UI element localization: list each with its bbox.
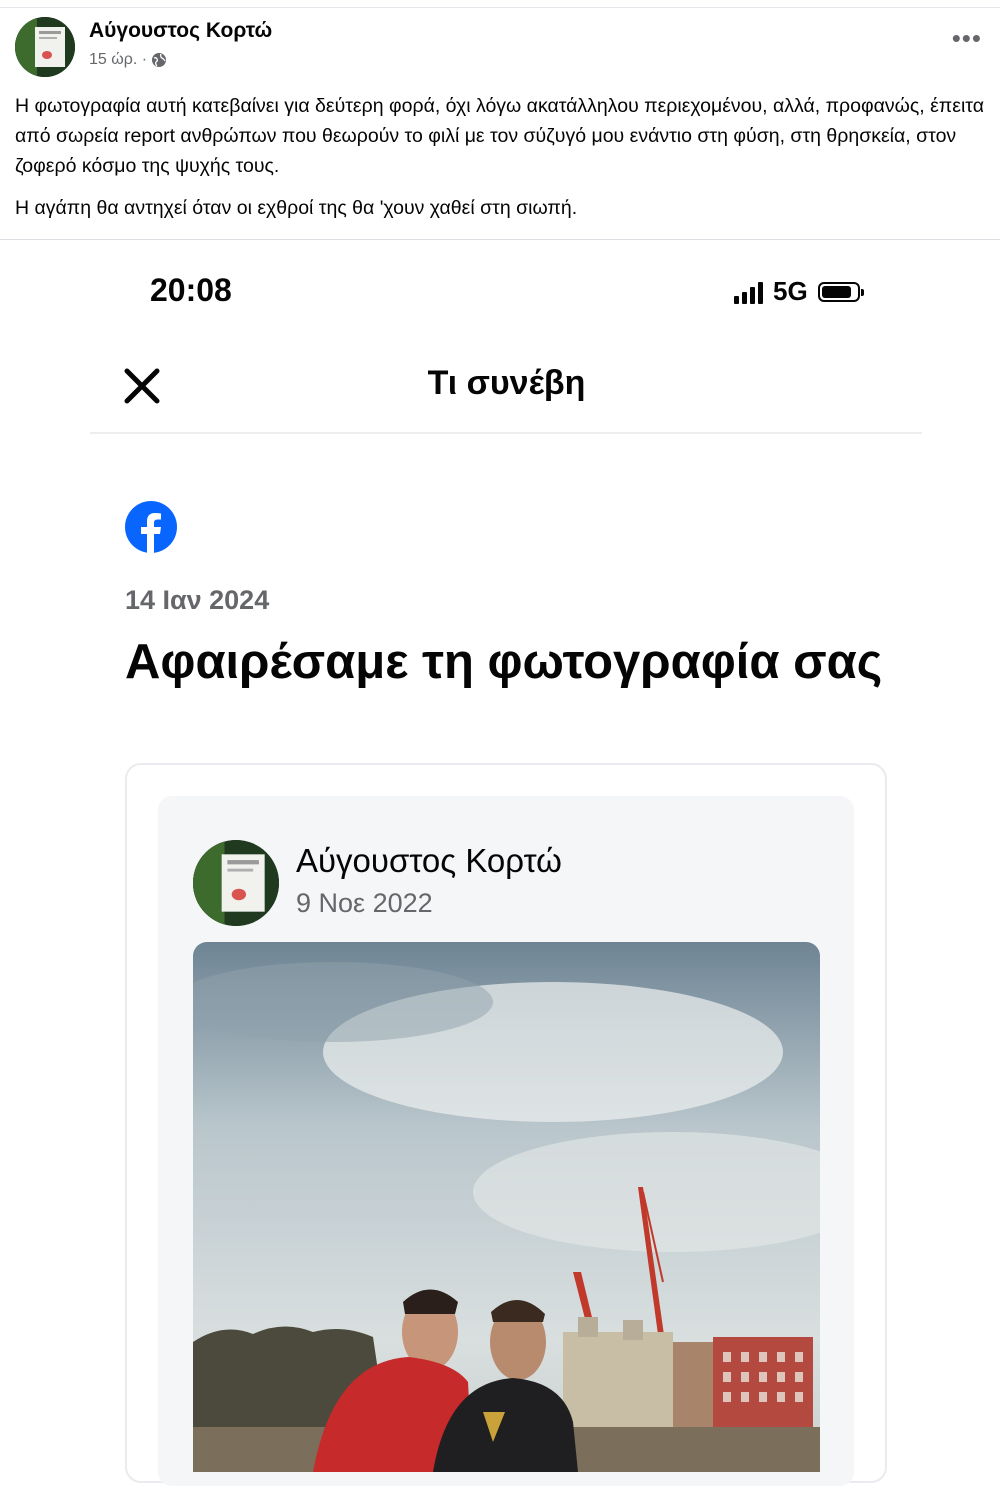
embedded-post-date: 9 Νοε 2022 (296, 888, 433, 918)
post-body: Η φωτογραφία αυτή κατεβαίνει για δεύτερη… (15, 91, 990, 235)
signal-icon (734, 280, 763, 304)
globe-icon (152, 53, 167, 67)
notice-date: 14 Ιαν 2024 (125, 585, 270, 615)
photo-image (193, 942, 820, 1472)
post-author-avatar[interactable] (15, 17, 75, 77)
post-meta: 15 ώρ. · (89, 51, 167, 69)
more-options-button[interactable]: ••• (952, 25, 982, 51)
battery-level (821, 285, 851, 298)
post-author-name[interactable]: Αύγουστος Κορτώ (89, 19, 272, 43)
network-type: 5G (773, 276, 808, 306)
embedded-author-avatar (193, 840, 279, 926)
notice-title: Αφαιρέσαμε τη φωτογραφία σας (125, 635, 883, 689)
status-bar-time: 20:08 (150, 272, 232, 308)
avatar-image (193, 840, 279, 926)
avatar-image (15, 17, 75, 77)
post-divider (0, 239, 1000, 240)
sheet-title: Τι συνέβη (427, 364, 586, 402)
top-border (0, 7, 1000, 8)
battery-icon (817, 281, 864, 302)
post-paragraph: Η αγάπη θα αντηχεί όταν οι εχθροί της θα… (15, 197, 578, 219)
embedded-author-name: Αύγουστος Κορτώ (296, 842, 562, 879)
facebook-logo-svg (125, 501, 177, 554)
sheet-divider (90, 432, 922, 434)
status-bar-indicators: 5G (734, 276, 864, 307)
post-time[interactable]: 15 ώρ. · (89, 51, 147, 69)
facebook-logo-icon (124, 500, 178, 554)
removed-photo (193, 942, 820, 1472)
post-paragraph: Η φωτογραφία αυτή κατεβαίνει για δεύτερη… (15, 95, 984, 177)
